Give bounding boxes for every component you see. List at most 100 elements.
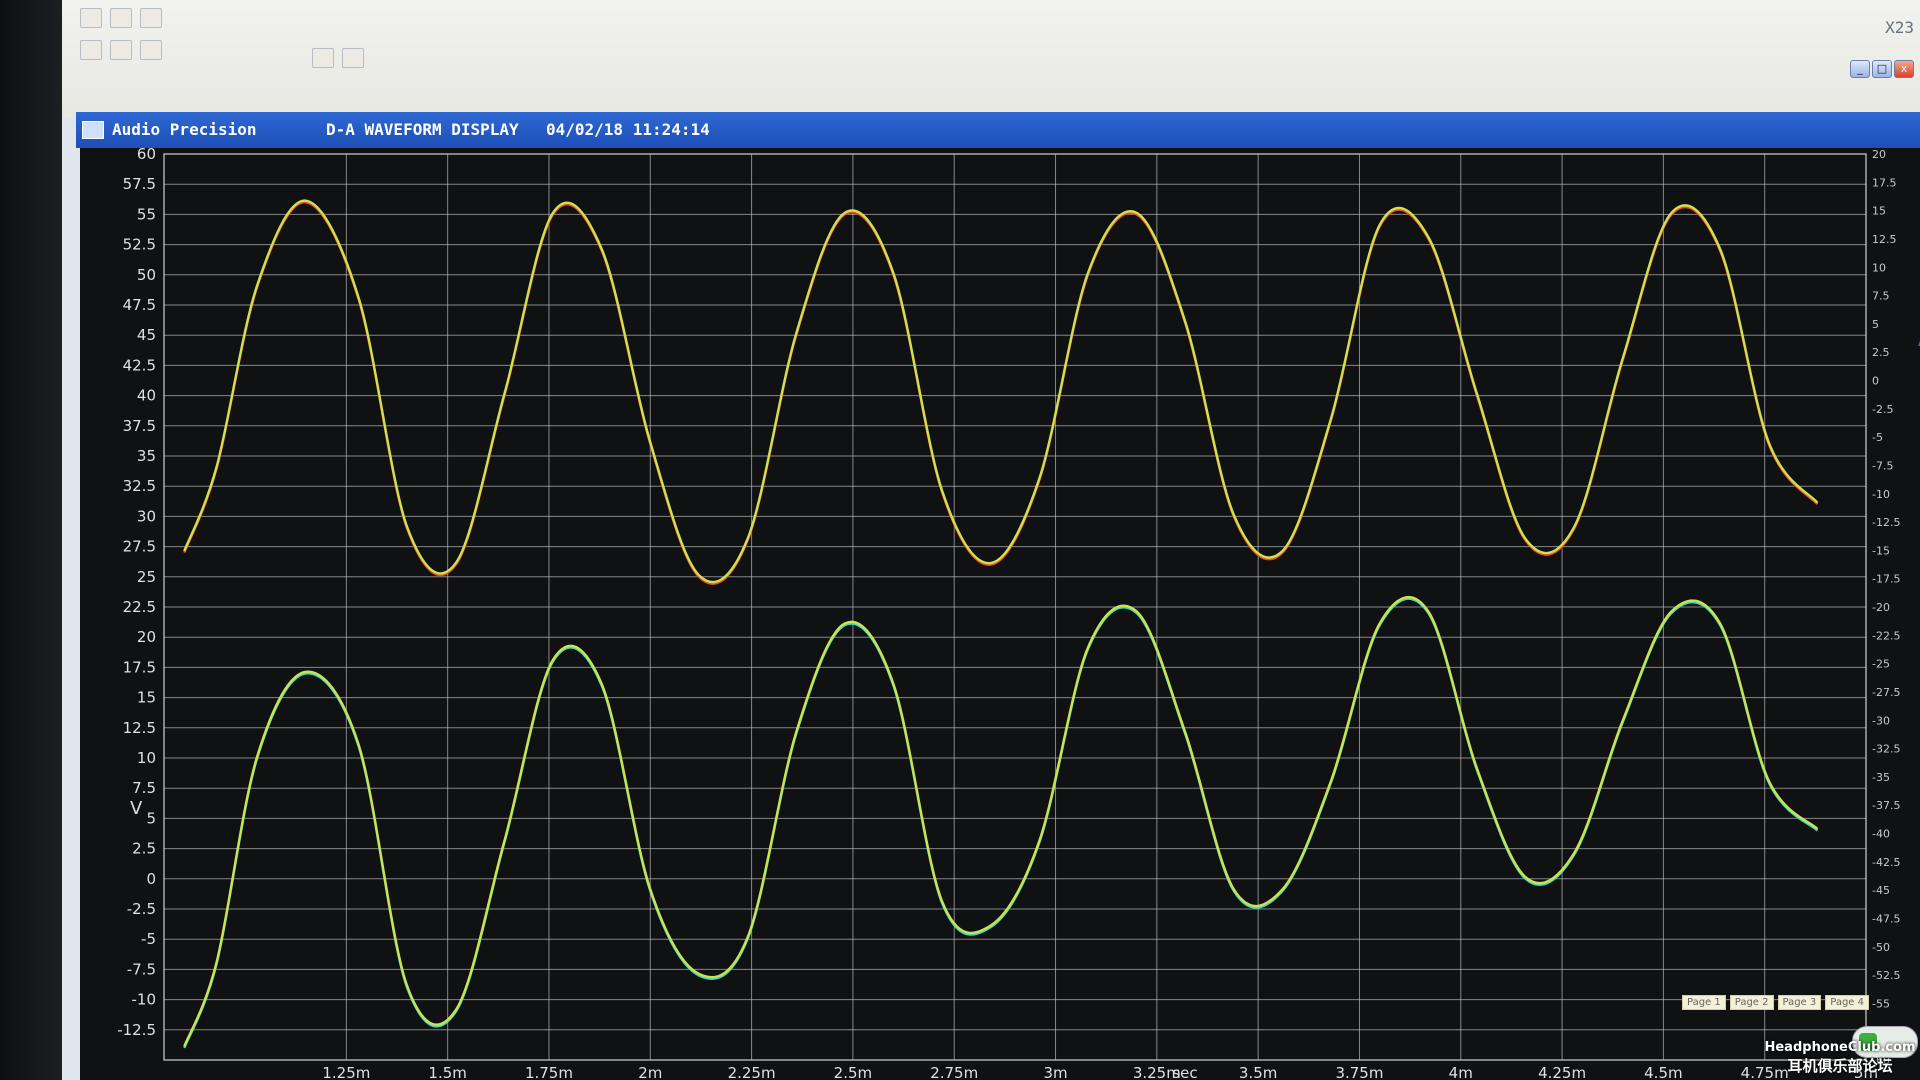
- x-tick-label: 2.25m: [728, 1064, 776, 1080]
- page-tab-3[interactable]: Page 3: [1777, 994, 1822, 1010]
- waveform-chart: -12.5-10-7.5-5-2.502.557.51012.51517.520…: [117, 148, 1900, 1080]
- x-tick-label: 3.75m: [1335, 1064, 1383, 1080]
- y2-tick-label: 2.5: [1872, 346, 1890, 359]
- graph-window-titlebar: Audio Precision D-A WAVEFORM DISPLAY 04/…: [76, 112, 1920, 148]
- generator-icon[interactable]: [140, 40, 162, 60]
- y2-tick-label: -25: [1872, 658, 1890, 671]
- y-tick-label: 57.5: [123, 175, 156, 193]
- x-tick-label: 1.5m: [428, 1064, 466, 1080]
- audio-precision-icon: [82, 121, 104, 139]
- waveform-series-1: [183, 201, 1819, 585]
- y2-tick-label: -47.5: [1872, 912, 1900, 925]
- y2-tick-label: -30: [1872, 714, 1890, 727]
- y2-tick-label: 0: [1872, 375, 1879, 388]
- y-tick-label: -2.5: [127, 900, 156, 918]
- y2-tick-label: -50: [1872, 941, 1890, 954]
- y2-tick-label: -7.5: [1872, 459, 1893, 472]
- y2-tick-label: -27.5: [1872, 686, 1900, 699]
- y-tick-label: 32.5: [123, 477, 156, 495]
- watermark: HeadphoneClub.com 耳机俱乐部论坛: [1760, 1040, 1920, 1076]
- y-tick-label: 22.5: [123, 598, 156, 616]
- y-tick-label: 42.5: [123, 356, 156, 374]
- y-tick-label: 10: [137, 749, 156, 767]
- x-tick-label: 3m: [1043, 1064, 1067, 1080]
- y-tick-label: 25: [137, 568, 156, 586]
- page-tab-4[interactable]: Page 4: [1825, 994, 1869, 1010]
- y-tick-label: 5: [146, 809, 156, 827]
- sweep-icon[interactable]: [80, 40, 102, 60]
- waveform-series-4: [183, 596, 1819, 1047]
- y2-tick-label: -45: [1872, 884, 1890, 897]
- y-tick-label: 47.5: [123, 296, 156, 314]
- y2-tick-label: -17.5: [1872, 573, 1900, 586]
- y-tick-label: 40: [137, 387, 156, 405]
- x-axis-unit-label: sec: [1172, 1064, 1197, 1080]
- graph-icon[interactable]: [312, 48, 334, 68]
- x-tick-label: 2.5m: [834, 1064, 872, 1080]
- x-tick-label: 4m: [1449, 1064, 1473, 1080]
- y2-tick-label: -35: [1872, 771, 1890, 784]
- y2-tick-label: 5: [1872, 318, 1879, 331]
- y-tick-label: 35: [137, 447, 156, 465]
- y2-tick-label: -42.5: [1872, 856, 1900, 869]
- y2-tick-label: -10: [1872, 488, 1890, 501]
- y-tick-label: 27.5: [123, 538, 156, 556]
- y-tick-label: 15: [137, 689, 156, 707]
- waveform-series-3: [183, 597, 1819, 1049]
- open-icon[interactable]: [80, 8, 102, 28]
- y2-tick-label: -22.5: [1872, 629, 1900, 642]
- check-icon[interactable]: [342, 48, 364, 68]
- y2-tick-label: -52.5: [1872, 969, 1900, 982]
- y-axis-unit-label: V: [130, 798, 143, 819]
- app-title: Audio Precision: [112, 120, 257, 139]
- y2-tick-label: -20: [1872, 601, 1890, 614]
- y-tick-label: 12.5: [123, 719, 156, 737]
- outer-restore-button[interactable]: □: [1872, 60, 1892, 78]
- y-tick-label: -7.5: [127, 960, 156, 978]
- panel-title: D-A WAVEFORM DISPLAY: [326, 120, 519, 139]
- outer-minimize-button[interactable]: _: [1850, 60, 1870, 78]
- page-tab-2[interactable]: Page 2: [1729, 994, 1774, 1010]
- y-tick-label: 7.5: [132, 779, 156, 797]
- outer-close-button[interactable]: x: [1894, 60, 1914, 78]
- application-screen: X23 _ □ x Audio Precision D-A WAVEFORM D…: [62, 0, 1920, 1080]
- x-tick-label: 3.5m: [1239, 1064, 1277, 1080]
- x-tick-label: 4.25m: [1538, 1064, 1586, 1080]
- x-tick-label: 2m: [638, 1064, 662, 1080]
- y-tick-label: -12.5: [117, 1021, 156, 1039]
- zoom-label: X23: [1885, 18, 1914, 37]
- y2-tick-label: 7.5: [1872, 290, 1890, 303]
- y2-tick-label: -5: [1872, 431, 1883, 444]
- analyzer-icon[interactable]: [110, 40, 132, 60]
- watermark-brand: HeadphoneClub.com: [1764, 1040, 1916, 1055]
- y-tick-label: 50: [137, 266, 156, 284]
- y2-tick-label: 15: [1872, 205, 1886, 218]
- page-tabs: Page 1 Page 2 Page 3 Page 4: [1682, 990, 1920, 1014]
- x-tick-label: 1.25m: [322, 1064, 370, 1080]
- y2-tick-label: -40: [1872, 828, 1890, 841]
- watermark-chinese: 耳机俱乐部论坛: [1787, 1057, 1893, 1075]
- save-icon[interactable]: [110, 8, 132, 28]
- y-tick-label: 0: [146, 870, 156, 888]
- waveform-series-2: [183, 199, 1819, 584]
- y-tick-label: 2.5: [132, 840, 156, 858]
- y2-tick-label: -2.5: [1872, 403, 1893, 416]
- y2-tick-label: -37.5: [1872, 799, 1900, 812]
- y2-tick-label: 10: [1872, 261, 1886, 274]
- y2-tick-label: 17.5: [1872, 176, 1897, 189]
- y2-tick-label: 20: [1872, 148, 1886, 161]
- y-tick-label: 17.5: [123, 658, 156, 676]
- y-tick-label: 45: [137, 326, 156, 344]
- print-icon[interactable]: [140, 8, 162, 28]
- y2-tick-label: -32.5: [1872, 743, 1900, 756]
- y-tick-label: 20: [137, 628, 156, 646]
- y2-tick-label: -15: [1872, 544, 1890, 557]
- page-tab-1[interactable]: Page 1: [1682, 994, 1726, 1010]
- y-tick-label: 52.5: [123, 236, 156, 254]
- toolbar: X23 _ □ x: [62, 0, 1920, 118]
- y-tick-label: 37.5: [123, 417, 156, 435]
- y-tick-label: -10: [132, 991, 157, 1009]
- y-tick-label: -5: [141, 930, 156, 948]
- x-tick-label: 2.75m: [930, 1064, 978, 1080]
- graph-panel[interactable]: -12.5 -10 -7.5 -5 -2.5 0 2.5 5 7.5 10 12.5 15 17.5 20…: [80, 148, 1920, 1080]
